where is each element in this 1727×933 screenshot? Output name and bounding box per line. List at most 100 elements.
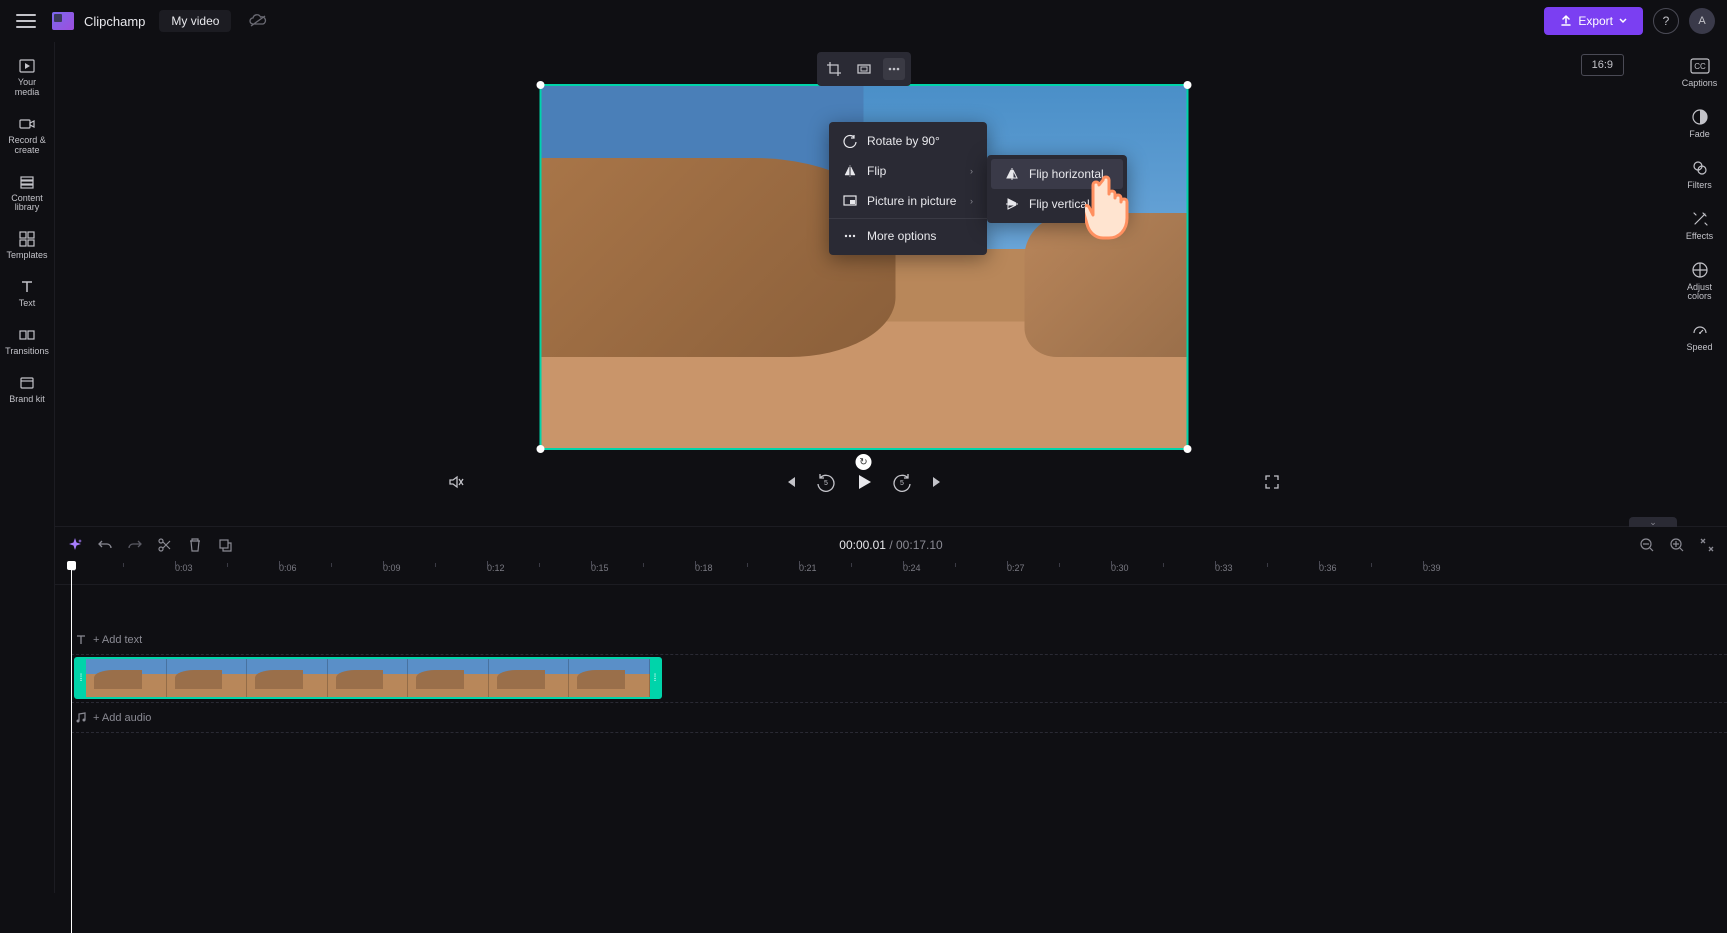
sidebar-item-fade[interactable]: Fade [1676,101,1724,146]
app-brand-label: Clipchamp [84,14,145,29]
adjust-colors-icon [1690,260,1710,280]
add-text-hint[interactable]: + Add text [75,634,142,646]
menu-item-rotate[interactable]: Rotate by 90° [829,126,987,156]
redo-button[interactable] [127,537,143,553]
media-icon [17,56,37,76]
context-menu: Rotate by 90° Flip › Picture in picture … [829,122,987,255]
split-button[interactable] [157,537,173,553]
export-button[interactable]: Export [1544,7,1643,35]
delete-button[interactable] [187,537,203,553]
timeline-tracks: + Add text + Add audio [55,585,1727,733]
upload-icon [1560,15,1572,27]
text-icon [17,277,37,297]
record-icon [17,114,37,134]
left-sidebar: Your media Record & create Content libra… [0,42,55,893]
flip-horizontal-icon [1005,167,1019,181]
duplicate-button[interactable] [217,537,233,553]
sidebar-item-speed[interactable]: Speed [1676,314,1724,359]
menu-toggle-button[interactable] [12,7,40,35]
sidebar-item-filters[interactable]: Filters [1676,152,1724,197]
text-icon [75,634,87,646]
app-header: Clipchamp My video Export ? A [0,0,1727,42]
audio-track[interactable]: + Add audio [71,703,1727,733]
mute-button[interactable] [447,473,465,491]
sidebar-item-content-library[interactable]: Content library [3,166,51,220]
templates-icon [17,229,37,249]
resize-handle-bottom-left[interactable] [536,445,544,453]
cursor-hand-illustration [1085,170,1145,246]
sync-status-icon[interactable] [249,14,267,28]
zoom-fit-button[interactable] [1699,537,1715,553]
user-avatar[interactable]: A [1689,8,1715,34]
fit-fill-button[interactable] [853,58,875,80]
play-button[interactable] [854,472,874,492]
playhead[interactable] [71,563,72,933]
library-icon [17,172,37,192]
ruler-tick: 0:21 [799,563,817,573]
more-actions-button[interactable] [883,58,905,80]
resize-handle-bottom-right[interactable] [1183,445,1191,453]
zoom-in-button[interactable] [1669,537,1685,553]
timeline-toolbar: 00:00.01 / 00:17.10 [55,527,1727,563]
svg-text:5: 5 [900,480,904,487]
menu-item-pip[interactable]: Picture in picture › [829,186,987,216]
timecode-display: 00:00.01 / 00:17.10 [839,538,942,552]
add-audio-hint[interactable]: + Add audio [75,712,151,724]
sidebar-item-record[interactable]: Record & create [3,108,51,162]
rotate-icon [843,134,857,148]
fullscreen-button[interactable] [1264,474,1280,490]
menu-item-flip[interactable]: Flip › [829,156,987,186]
sidebar-item-brand-kit[interactable]: Brand kit [3,367,51,411]
captions-icon: CC [1690,56,1710,76]
forward-button[interactable]: 5 [892,472,912,492]
ruler-tick: 0:39 [1423,563,1441,573]
timeline-expand-button[interactable]: ⌄ [1629,517,1677,527]
ruler-tick: 0:18 [695,563,713,573]
help-button[interactable]: ? [1653,8,1679,34]
clip-right-handle[interactable] [650,659,660,697]
ai-sparkle-button[interactable] [67,537,83,553]
ruler-tick: 0:30 [1111,563,1129,573]
svg-text:CC: CC [1694,62,1706,71]
ruler-tick: 0:03 [175,563,193,573]
menu-item-more[interactable]: More options [829,221,987,251]
text-track[interactable]: + Add text [71,625,1727,655]
more-icon [843,229,857,243]
timeline-ruler[interactable]: 0 0:03 0:06 0:09 0:12 0:15 0:18 0:21 0:2… [55,563,1727,585]
undo-button[interactable] [97,537,113,553]
crop-button[interactable] [823,58,845,80]
pip-icon [843,194,857,208]
project-name-input[interactable]: My video [159,10,231,32]
chevron-right-icon: › [970,196,973,206]
flip-icon [843,164,857,178]
flip-vertical-icon [1005,197,1019,211]
effects-icon [1690,209,1710,229]
chevron-right-icon: › [970,166,973,176]
skip-back-button[interactable] [782,474,798,490]
video-track[interactable] [71,655,1727,703]
sidebar-item-text[interactable]: Text [3,271,51,315]
sidebar-item-transitions[interactable]: Transitions [3,319,51,363]
resize-handle-top-left[interactable] [536,81,544,89]
skip-forward-button[interactable] [930,474,946,490]
timeline-area: ⌄ 00:00.01 / 00:17.10 0 0:03 0:06 0:09 0… [55,526,1727,893]
rotate-handle[interactable]: ↻ [856,454,872,470]
speed-icon [1690,320,1710,340]
sidebar-item-adjust-colors[interactable]: Adjust colors [1676,254,1724,309]
fade-icon [1690,107,1710,127]
filters-icon [1690,158,1710,178]
sidebar-item-your-media[interactable]: Your media [3,50,51,104]
aspect-ratio-button[interactable]: 16:9 [1581,54,1624,76]
sidebar-item-templates[interactable]: Templates [3,223,51,267]
resize-handle-top-right[interactable] [1183,81,1191,89]
ruler-tick: 0:24 [903,563,921,573]
video-clip[interactable] [74,657,662,699]
preview-area: 16:9 ↻ Rotate by 90° Flip › Picture in p… [55,42,1672,526]
sidebar-item-captions[interactable]: CC Captions [1676,50,1724,95]
rewind-button[interactable]: 5 [816,472,836,492]
clip-left-handle[interactable] [76,659,86,697]
zoom-out-button[interactable] [1639,537,1655,553]
sidebar-item-effects[interactable]: Effects [1676,203,1724,248]
ruler-tick: 0:27 [1007,563,1025,573]
music-icon [75,712,87,724]
